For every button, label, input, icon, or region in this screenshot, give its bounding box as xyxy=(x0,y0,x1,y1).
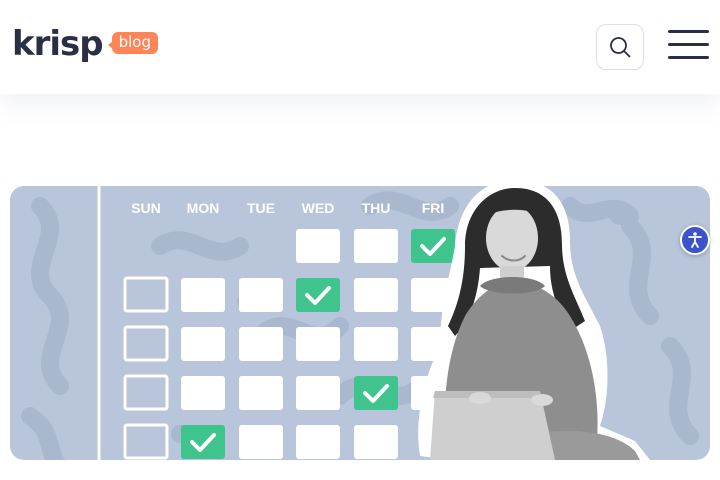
day-label-sun: SUN xyxy=(131,200,161,216)
calendar-cell xyxy=(354,425,398,459)
accessibility-button[interactable] xyxy=(680,225,710,255)
calendar-cell-checked xyxy=(296,278,340,312)
calendar-cell xyxy=(296,229,340,263)
day-label-tue: TUE xyxy=(247,200,275,216)
calendar-cell xyxy=(181,327,225,361)
krisp-blog-logo[interactable]: krisp blog xyxy=(12,24,158,64)
calendar-cell xyxy=(239,425,283,459)
calendar-cell-empty xyxy=(123,276,169,313)
calendar-cell xyxy=(181,278,225,312)
day-label-thu: THU xyxy=(362,200,391,216)
search-button[interactable] xyxy=(596,24,644,70)
calendar-cell xyxy=(239,278,283,312)
calendar-cell xyxy=(296,376,340,410)
day-label-wed: WED xyxy=(302,200,335,216)
calendar-cell xyxy=(296,327,340,361)
accessibility-icon xyxy=(688,232,702,248)
calendar-cell xyxy=(354,278,398,312)
calendar-cell xyxy=(239,327,283,361)
hamburger-menu-line xyxy=(668,43,709,46)
hero-illustration: SUN MON TUE WED THU FRI xyxy=(21,186,699,460)
calendar-cell-checked xyxy=(181,425,225,459)
calendar-cell xyxy=(354,229,398,263)
calendar-cell-empty xyxy=(123,325,169,362)
calendar-cell xyxy=(296,425,340,459)
menu-button[interactable] xyxy=(668,29,710,63)
logo-wordmark: krisp xyxy=(12,24,104,64)
calendar-cell-empty xyxy=(123,374,169,411)
hamburger-menu-line xyxy=(668,56,709,59)
calendar-cell xyxy=(239,376,283,410)
day-label-fri: FRI xyxy=(422,200,445,216)
calendar-cell-checked xyxy=(354,376,398,410)
calendar-cell xyxy=(354,327,398,361)
site-header: krisp blog xyxy=(0,0,720,94)
calendar-cell xyxy=(181,376,225,410)
day-label-mon: MON xyxy=(187,200,220,216)
search-icon xyxy=(610,37,631,58)
hero-image: SUN MON TUE WED THU FRI xyxy=(10,186,710,460)
calendar-cell-empty xyxy=(123,423,169,460)
hamburger-menu-icon xyxy=(668,30,709,33)
woman-with-laptop-illustration xyxy=(418,186,650,460)
calendar-cell-checked xyxy=(411,229,455,263)
logo-blog-badge: blog xyxy=(107,32,158,54)
